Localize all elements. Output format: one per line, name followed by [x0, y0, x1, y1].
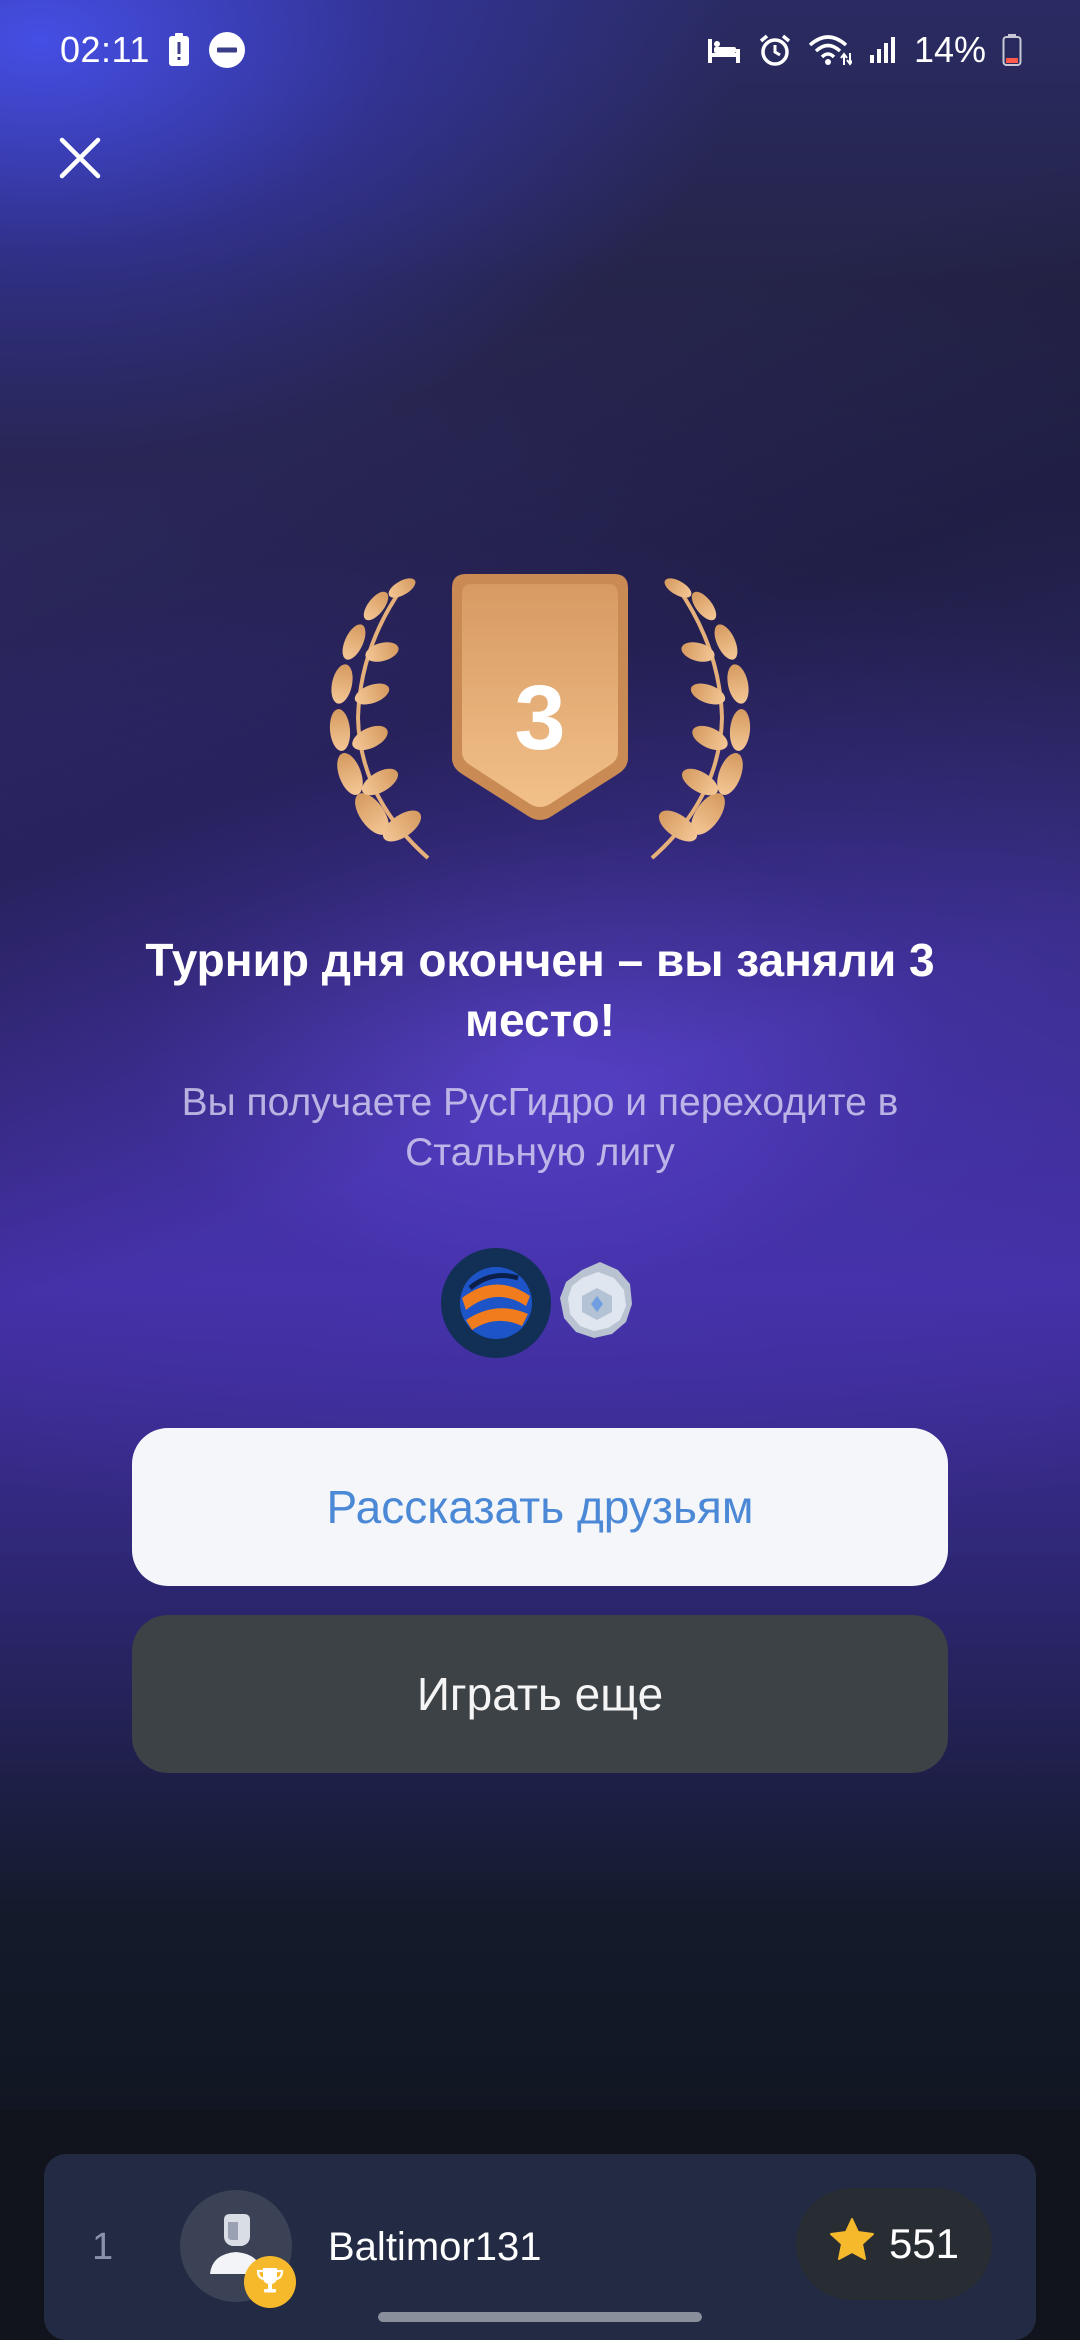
leaderboard-rank: 1	[92, 2225, 114, 2268]
do-not-disturb-icon	[208, 31, 246, 69]
place-number: 3	[514, 667, 566, 769]
sleep-mode-icon	[706, 35, 742, 65]
home-indicator[interactable]	[378, 2312, 702, 2322]
result-subtitle: Вы получаете РусГидро и переходите в Ста…	[181, 1081, 899, 1174]
score-pill: 551	[796, 2188, 992, 2300]
trophy-badge	[244, 2256, 296, 2308]
status-left: 02:11	[60, 29, 246, 71]
cellular-signal-icon	[868, 35, 898, 65]
battery-alert-icon	[166, 32, 192, 68]
rushydro-logo-icon	[441, 1248, 551, 1358]
play-again-button[interactable]: Играть еще	[132, 1615, 948, 1773]
close-button[interactable]	[48, 128, 112, 192]
alarm-icon	[758, 33, 792, 67]
place-award: 3	[320, 568, 760, 868]
share-with-friends-button[interactable]: Рассказать друзьям	[132, 1428, 948, 1586]
result-title: Турнир дня окончен – вы заняли 3 место!	[145, 934, 935, 1046]
reward-icons	[440, 1248, 640, 1358]
status-right: 14%	[706, 29, 1022, 71]
score-value: 551	[888, 2220, 960, 2267]
close-icon	[58, 136, 102, 185]
status-time: 02:11	[60, 29, 150, 70]
trophy-icon	[255, 2265, 285, 2300]
battery-percent: 14%	[913, 29, 986, 70]
battery-low-icon	[1002, 33, 1022, 67]
star-icon	[829, 2217, 875, 2271]
wifi-icon	[808, 33, 852, 67]
status-bar: 02:11 14%	[0, 0, 1080, 100]
steel-league-badge-icon	[560, 1262, 632, 1338]
